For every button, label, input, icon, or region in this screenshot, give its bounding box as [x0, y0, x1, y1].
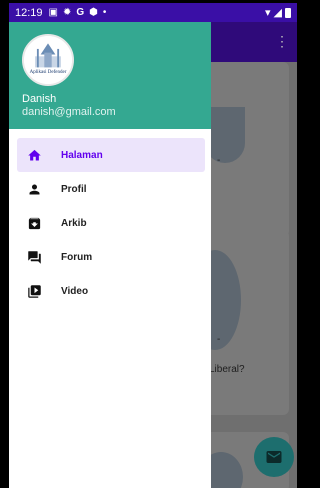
- menu-item-video[interactable]: Video: [17, 274, 205, 308]
- navigation-drawer: Aplikasi Defender Danish danish@gmail.co…: [9, 22, 211, 488]
- status-bar: 12:19 ▣ ✹ G ⬢ • ▾ ◢: [9, 3, 297, 22]
- menu-item-halaman[interactable]: Halaman: [17, 138, 205, 172]
- person-icon: [27, 182, 42, 197]
- signal-icon: ◢: [273, 7, 282, 19]
- forum-icon: [27, 250, 42, 265]
- more-icon[interactable]: ⋮: [275, 33, 289, 50]
- email-fab-button[interactable]: [254, 437, 294, 477]
- video-library-icon: [27, 284, 42, 299]
- home-icon: [27, 148, 42, 163]
- screen: 12:19 ▣ ✹ G ⬢ • ▾ ◢ ⋮ - - Liberal? Aplik…: [9, 3, 297, 488]
- menu-item-forum[interactable]: Forum: [17, 240, 205, 274]
- menu-item-label: Profil: [61, 183, 87, 195]
- background-avatar: [205, 107, 245, 163]
- menu-item-label: Arkib: [61, 217, 87, 229]
- menu-item-label: Forum: [61, 251, 93, 263]
- app-logo: [24, 36, 72, 84]
- menu-item-arkib[interactable]: Arkib: [17, 206, 205, 240]
- image-icon: ▣: [48, 7, 58, 18]
- user-name: Danish: [22, 93, 57, 105]
- drawer-header: Aplikasi Defender Danish danish@gmail.co…: [9, 22, 211, 129]
- archive-icon: [27, 216, 42, 231]
- wifi-icon: ▾: [265, 7, 271, 19]
- shield-icon: ⬢: [89, 7, 98, 18]
- g-icon: G: [76, 7, 85, 18]
- gear-icon: ✹: [62, 7, 72, 18]
- dot-icon: •: [102, 7, 107, 18]
- menu-item-profil[interactable]: Profil: [17, 172, 205, 206]
- battery-icon: [285, 7, 291, 18]
- logo-text: Aplikasi Defender: [29, 70, 67, 75]
- background-card-dash: -: [217, 155, 221, 166]
- background-card-snippet: Liberal?: [209, 364, 245, 375]
- user-email: danish@gmail.com: [22, 106, 116, 118]
- background-card-dash: -: [217, 334, 221, 345]
- menu-item-label: Video: [61, 285, 89, 297]
- drawer-menu: Halaman Profil Arkib Forum Video: [9, 138, 211, 308]
- status-time: 12:19: [15, 6, 43, 19]
- email-icon: [266, 451, 282, 463]
- avatar[interactable]: Aplikasi Defender: [22, 34, 74, 86]
- menu-item-label: Halaman: [61, 149, 103, 161]
